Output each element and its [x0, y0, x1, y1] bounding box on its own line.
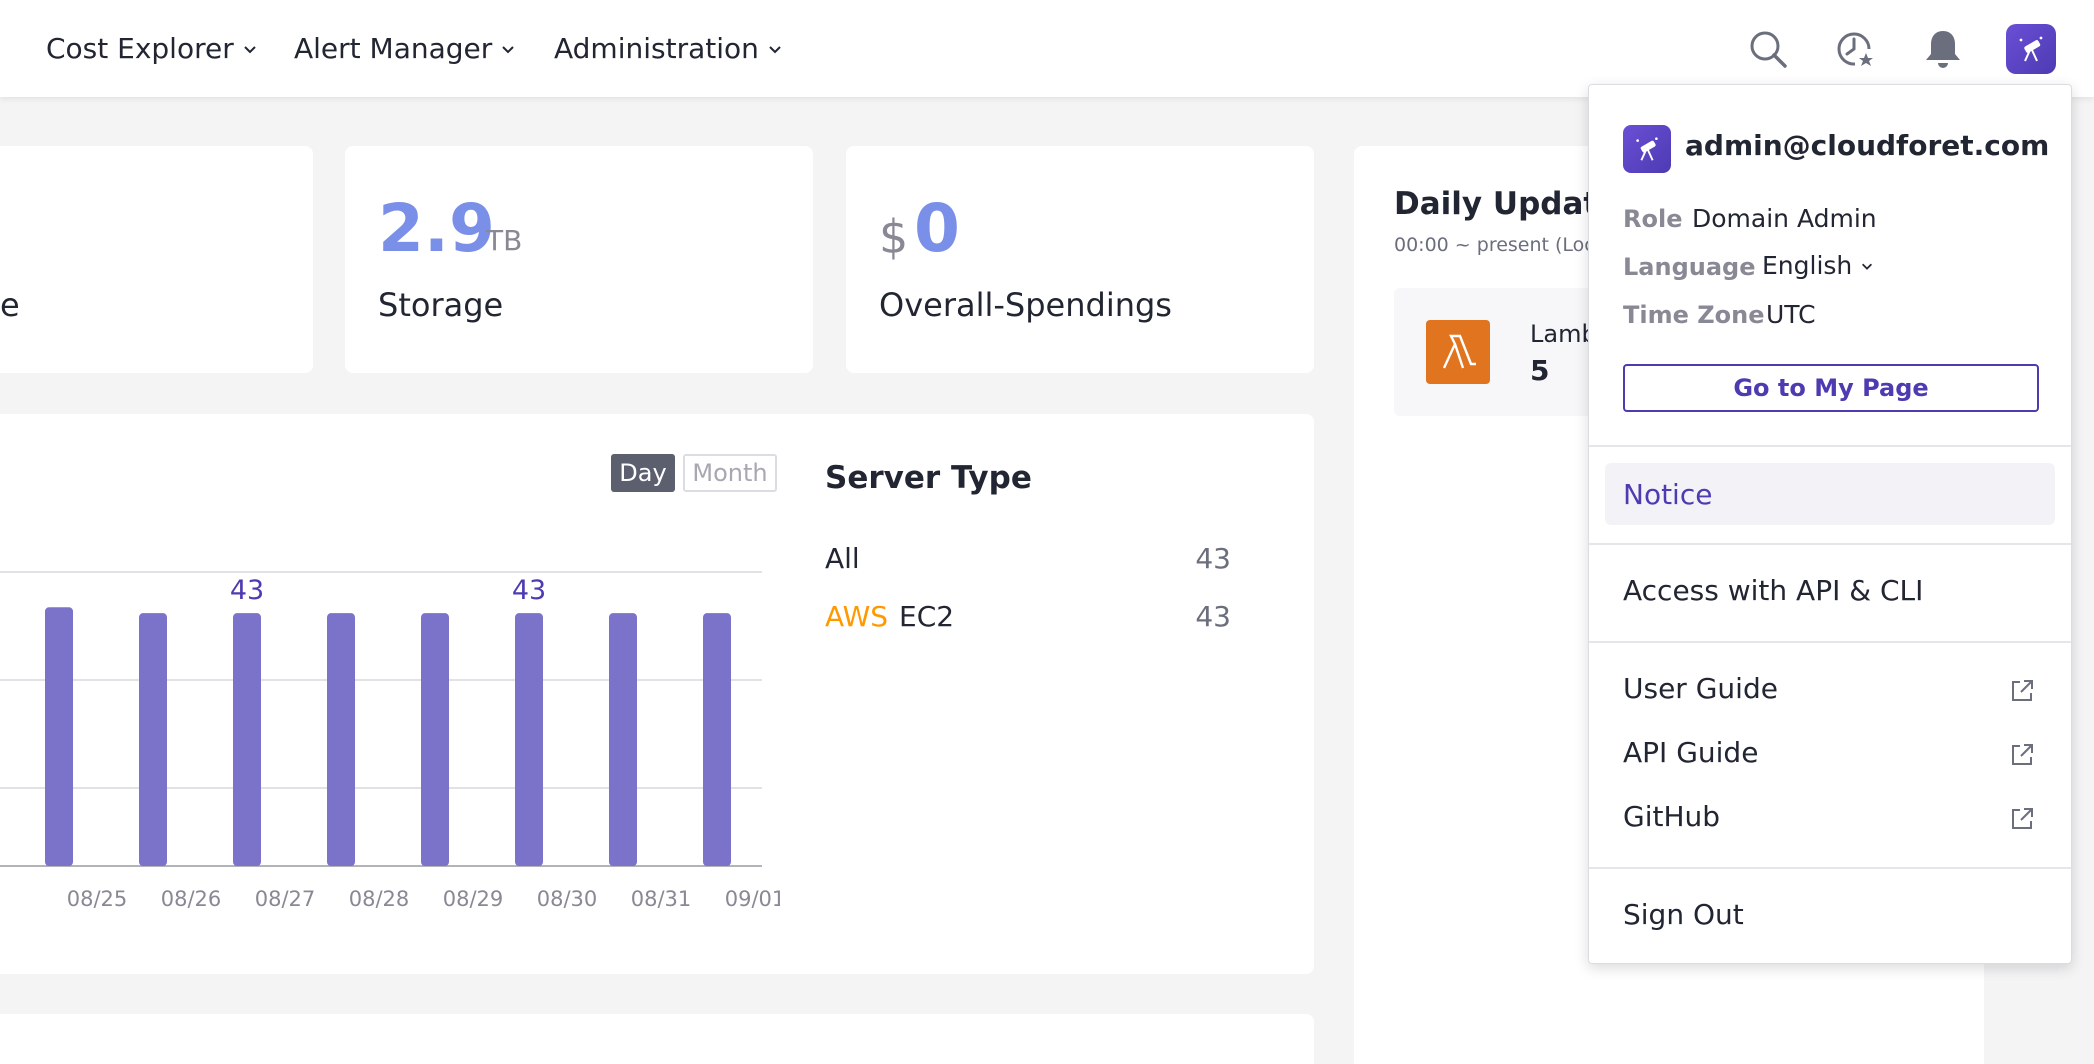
- nav-menu-label: Alert Manager: [294, 32, 493, 65]
- chart-bar[interactable]: [233, 613, 261, 866]
- search-icon[interactable]: [1745, 26, 1791, 72]
- profile-dropdown-menu: admin@cloudforet.com Role Domain Admin L…: [1588, 84, 2072, 964]
- role-value: Domain Admin: [1692, 204, 1877, 233]
- chevron-down-icon: [767, 41, 783, 57]
- server-type-ec2-count: 43: [1195, 600, 1231, 633]
- bar-chart: 08/25 08/26 43 08/27 08/28 08/29 43 08/30 08/31 0…: [0, 571, 780, 911]
- role-key: Role: [1623, 205, 1683, 233]
- bottom-panel: [0, 1014, 1314, 1064]
- chevron-down-icon: [500, 41, 516, 57]
- language-selector[interactable]: English: [1762, 251, 1874, 280]
- chevron-down-icon: [1860, 259, 1874, 273]
- server-type-title: Server Type: [825, 460, 1032, 496]
- currency-symbol: $: [879, 210, 909, 264]
- timezone-key: Time Zone: [1623, 301, 1765, 329]
- api-cli-menu-item[interactable]: Access with API & CLI: [1623, 574, 1923, 607]
- external-link-icon: [2009, 806, 2035, 832]
- daily-updates-subtitle: 00:00 ~ present (Loca: [1394, 234, 1607, 256]
- chart-data-label: 43: [512, 575, 546, 606]
- divider: [1589, 867, 2071, 869]
- divider: [1589, 543, 2071, 545]
- chart-bar[interactable]: [327, 613, 355, 866]
- summary-card-storage[interactable]: 2.9 TB Storage: [345, 146, 813, 373]
- chevron-down-icon: [242, 41, 258, 57]
- daily-updates-title: Daily Update: [1394, 186, 1620, 222]
- storage-value: 2.9: [378, 190, 495, 267]
- storage-unit: TB: [486, 224, 523, 257]
- toggle-month-button[interactable]: Month: [683, 454, 777, 492]
- language-key: Language: [1623, 253, 1756, 281]
- user-guide-menu-item[interactable]: User Guide: [1623, 672, 1778, 705]
- chart-x-tick-label: 08/26: [161, 887, 222, 911]
- chart-bar[interactable]: [421, 613, 449, 866]
- chart-x-tick-label: 08/29: [443, 887, 504, 911]
- storage-label: Storage: [378, 286, 504, 324]
- bell-icon[interactable]: [1920, 26, 1966, 72]
- chart-bar[interactable]: [139, 613, 167, 866]
- nav-menu-alert-manager[interactable]: Alert Manager: [294, 0, 516, 97]
- summary-card-partial[interactable]: e: [0, 146, 313, 373]
- spending-label: Overall-Spendings: [879, 286, 1172, 324]
- external-link-icon: [2009, 742, 2035, 768]
- chart-x-tick-label: 08/27: [255, 887, 316, 911]
- top-navigation-bar: Cost Explorer Alert Manager Administrati…: [0, 0, 2094, 97]
- summary-card-spendings[interactable]: $ 0 Overall-Spendings: [846, 146, 1314, 373]
- go-to-my-page-button[interactable]: Go to My Page: [1623, 364, 2039, 412]
- chart-data-label: 43: [230, 575, 264, 606]
- api-guide-menu-item[interactable]: API Guide: [1623, 736, 1758, 769]
- external-link-icon: [2009, 678, 2035, 704]
- divider: [1589, 445, 2071, 447]
- telescope-avatar-icon[interactable]: [2006, 24, 2056, 74]
- aws-lambda-icon: [1426, 320, 1490, 384]
- server-type-all-count: 43: [1195, 542, 1231, 575]
- notice-menu-item[interactable]: Notice: [1605, 463, 2055, 525]
- chart-x-tick-label: 08/25: [67, 887, 128, 911]
- server-type-all-label[interactable]: All: [825, 542, 860, 575]
- chart-x-tick-label: 09/01: [725, 887, 780, 911]
- toggle-day-button[interactable]: Day: [611, 454, 675, 492]
- sign-out-menu-item[interactable]: Sign Out: [1623, 898, 1744, 931]
- language-value: English: [1762, 251, 1853, 280]
- provider-aws-label: AWS: [825, 600, 889, 633]
- server-type-ec2-label[interactable]: EC2: [899, 600, 954, 633]
- chart-bar[interactable]: [515, 613, 543, 866]
- spending-value: 0: [914, 190, 960, 267]
- github-menu-item[interactable]: GitHub: [1623, 800, 1720, 833]
- chart-bar[interactable]: [609, 613, 637, 866]
- chart-bar[interactable]: [703, 613, 731, 866]
- divider: [1589, 641, 2071, 643]
- nav-menu-cost-explorer[interactable]: Cost Explorer: [46, 0, 258, 97]
- daily-update-count: 5: [1530, 354, 1550, 387]
- nav-menu-label: Administration: [554, 32, 759, 65]
- recent-favorite-icon[interactable]: [1832, 26, 1878, 72]
- chart-x-tick-label: 08/28: [349, 887, 410, 911]
- server-chart-panel: Day Month 08/25 08/26 43 08/27 08/28 08/29 43 0…: [0, 414, 1314, 974]
- chart-bar[interactable]: [45, 607, 73, 866]
- telescope-avatar-icon: [1623, 125, 1671, 173]
- timezone-value: UTC: [1766, 300, 1816, 329]
- chart-x-tick-label: 08/30: [537, 887, 598, 911]
- user-email: admin@cloudforet.com: [1685, 129, 2050, 162]
- nav-menu-administration[interactable]: Administration: [554, 0, 783, 97]
- nav-menu-label: Cost Explorer: [46, 32, 234, 65]
- daily-update-service-name: Lamb: [1530, 320, 1597, 348]
- chart-x-tick-label: 08/31: [631, 887, 692, 911]
- summary-card-label: e: [0, 286, 20, 324]
